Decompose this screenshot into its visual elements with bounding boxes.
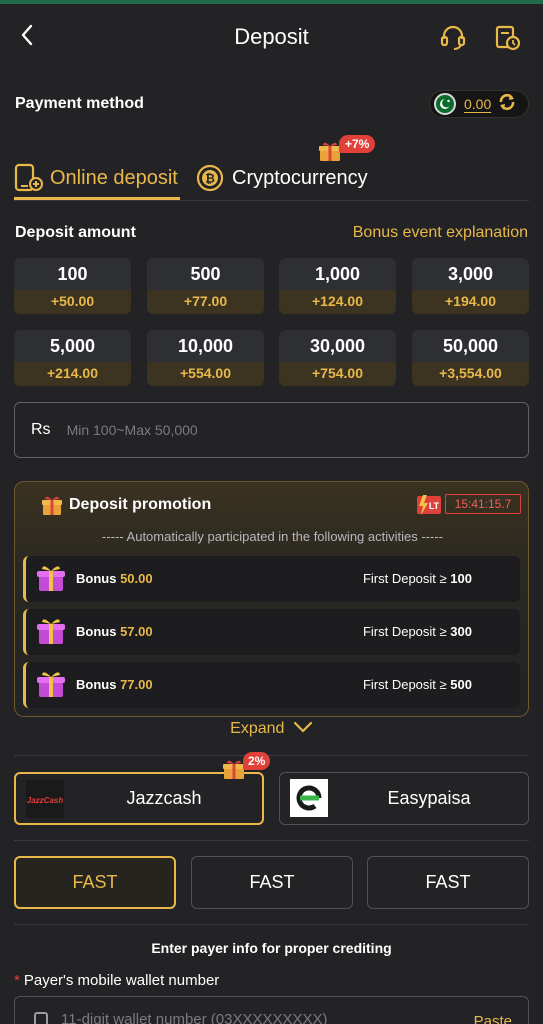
history-button[interactable] — [492, 22, 522, 52]
promotion-item: Bonus 77.00 First Deposit ≥ 500 — [23, 662, 520, 708]
amount-input[interactable] — [66, 422, 487, 438]
promotion-bonus: Bonus 57.00 — [76, 624, 153, 639]
balance-pill[interactable]: 0.00 — [429, 90, 529, 118]
amount-option[interactable]: 30,000 +754.00 — [279, 330, 396, 386]
amount-option[interactable]: 500 +77.00 — [147, 258, 264, 314]
wallet-number-field[interactable]: Paste — [14, 996, 529, 1024]
expand-button[interactable]: Expand — [0, 720, 543, 738]
tab-divider — [14, 200, 529, 201]
promotion-title: Deposit promotion — [69, 496, 212, 513]
promotion-item: Bonus 57.00 First Deposit ≥ 300 — [23, 609, 520, 655]
amount-value: 10,000 — [177, 336, 234, 356]
deposit-tabs: Online deposit ₿ Cryptocurrency — [0, 150, 543, 202]
pakistan-flag-icon — [434, 93, 456, 115]
header: Deposit — [0, 4, 543, 70]
promotion-item: Bonus 50.00 First Deposit ≥ 100 — [23, 556, 520, 602]
amount-bonus: +77.00 — [147, 290, 264, 314]
limited-time-icon: LT — [417, 495, 441, 515]
amount-option[interactable]: 50,000 +3,554.00 — [412, 330, 529, 386]
paste-button[interactable]: Paste — [474, 1013, 512, 1024]
refresh-icon[interactable] — [497, 92, 517, 117]
amount-option[interactable]: 3,000 +194.00 — [412, 258, 529, 314]
promotion-bonus: Bonus 77.00 — [76, 677, 153, 692]
jazzcash-bonus-badge: 2% — [243, 752, 271, 770]
amount-value: 30,000 — [309, 336, 366, 356]
promotion-condition: First Deposit ≥ 500 — [362, 677, 472, 692]
amount-bonus: +214.00 — [14, 362, 131, 386]
deposit-promotion-panel: Deposit promotion LT 15:41:15.7 ----- Au… — [14, 481, 529, 717]
bonus-explanation-link[interactable]: Bonus event explanation — [353, 224, 528, 242]
deposit-amount-label: Deposit amount — [15, 224, 136, 241]
gift-box-icon — [37, 672, 65, 697]
currency-label: Rs — [31, 421, 51, 438]
promotion-condition: First Deposit ≥ 300 — [362, 624, 472, 639]
chevron-down-icon — [293, 721, 312, 733]
amount-value: 50,000 — [442, 336, 499, 356]
jazzcash-logo: JazzCash — [26, 780, 64, 818]
amount-value: 5,000 — [49, 336, 96, 356]
svg-text:₿: ₿ — [205, 172, 215, 186]
amount-bonus: +124.00 — [279, 290, 396, 314]
gift-box-icon — [37, 619, 65, 644]
tab-online-deposit[interactable]: Online deposit — [14, 158, 178, 198]
headset-icon — [440, 25, 466, 50]
lt-label: LT — [429, 501, 440, 511]
tab-crypto-label: Cryptocurrency — [232, 166, 368, 189]
amount-bonus: +50.00 — [14, 290, 131, 314]
fast-option[interactable]: FAST — [14, 856, 176, 909]
section-divider — [14, 840, 529, 841]
fast-option[interactable]: FAST — [191, 856, 353, 909]
balance-value: 0.00 — [464, 96, 492, 112]
wallet-number-input[interactable] — [61, 1011, 441, 1024]
channel-name: Jazzcash — [126, 788, 202, 808]
amount-bonus: +3,554.00 — [412, 362, 529, 386]
payment-method-label: Payment method — [15, 95, 144, 112]
section-divider — [14, 755, 529, 756]
bitcoin-icon: ₿ — [196, 164, 224, 192]
amount-value: 3,000 — [447, 264, 494, 284]
record-clock-icon — [495, 25, 521, 51]
phone-deposit-icon — [14, 163, 43, 192]
expand-label: Expand — [230, 720, 285, 737]
gift-box-icon — [37, 566, 65, 591]
svg-text:JazzCash: JazzCash — [27, 796, 64, 805]
promotion-bonus: Bonus 50.00 — [76, 571, 153, 586]
tab-cryptocurrency[interactable]: ₿ Cryptocurrency — [196, 158, 368, 198]
amount-option[interactable]: 5,000 +214.00 — [14, 330, 131, 386]
amount-bonus: +554.00 — [147, 362, 264, 386]
promotion-condition: First Deposit ≥ 100 — [362, 571, 472, 586]
gift-icon — [42, 496, 62, 515]
tab-online-label: Online deposit — [50, 166, 178, 189]
channel-easypaisa[interactable]: Easypaisa — [279, 772, 529, 825]
amount-input-field[interactable]: Rs — [14, 402, 529, 458]
promotion-subtitle: ----- Automatically participated in the … — [102, 529, 443, 544]
amount-option[interactable]: 1,000 +124.00 — [279, 258, 396, 314]
support-button[interactable] — [438, 22, 468, 52]
section-divider — [14, 924, 529, 925]
amount-bonus: +194.00 — [412, 290, 529, 314]
amount-value: 500 — [190, 264, 221, 284]
crypto-bonus-badge: +7% — [339, 135, 376, 153]
channel-name: Easypaisa — [387, 788, 471, 808]
fast-option[interactable]: FAST — [367, 856, 529, 909]
payer-info-title: Enter payer info for proper crediting — [151, 940, 392, 956]
amount-bonus: +754.00 — [279, 362, 396, 386]
phone-icon — [34, 1012, 48, 1024]
amount-value: 100 — [57, 264, 88, 284]
easypaisa-logo — [290, 779, 328, 817]
amount-value: 1,000 — [314, 264, 361, 284]
amount-option[interactable]: 10,000 +554.00 — [147, 330, 264, 386]
wallet-number-label: * Payer's mobile wallet number — [14, 972, 220, 989]
promotion-timer: 15:41:15.7 — [445, 494, 521, 514]
amount-option[interactable]: 100 +50.00 — [14, 258, 131, 314]
